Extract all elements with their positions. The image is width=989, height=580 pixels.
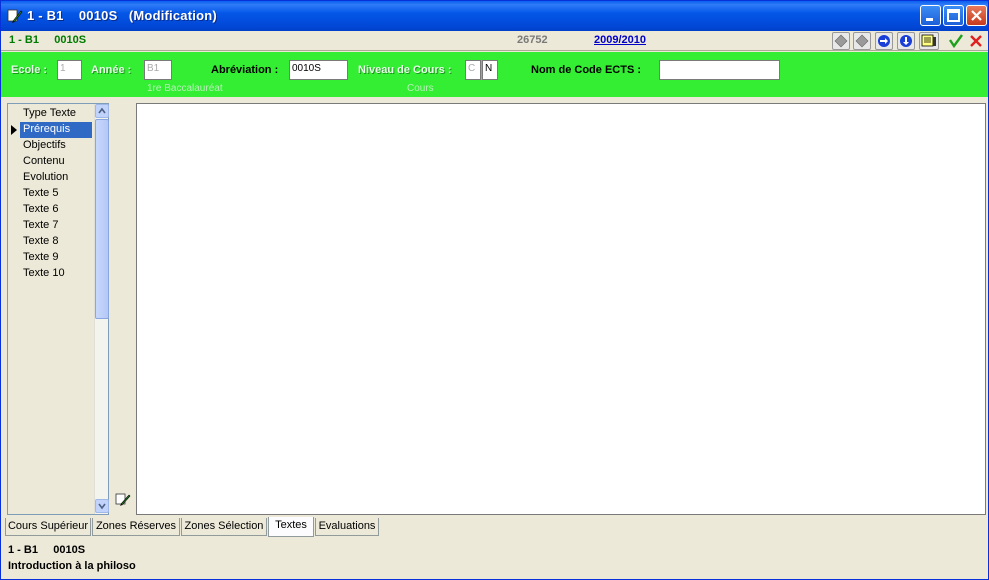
list-scrollbar[interactable] (94, 104, 109, 514)
list-item[interactable]: Texte 8 (20, 234, 92, 250)
niveau-label: Niveau de Cours : (358, 64, 452, 76)
tab-zones-s-lection[interactable]: Zones Sélection (181, 518, 267, 536)
footer-record-code: 1 - B1 0010S (8, 544, 86, 556)
memo-button[interactable] (919, 32, 939, 50)
footer-course-title: Introduction à la philoso (8, 560, 136, 572)
chevron-down-icon (98, 503, 106, 510)
confirm-button[interactable] (947, 32, 965, 50)
scroll-down-button[interactable] (95, 499, 109, 513)
confirm-check-icon (949, 34, 963, 49)
list-item[interactable]: Contenu (20, 154, 92, 170)
last-record-button[interactable] (897, 32, 915, 50)
list-item[interactable]: Type Texte (20, 106, 92, 122)
text-editor[interactable] (136, 103, 986, 515)
annee-label: Année : (91, 64, 132, 76)
text-type-list[interactable]: Type Texte Prérequis Objectifs Contenu Evolu… (7, 103, 109, 515)
application-window: 1 - B1 0010S (Modification) 1 - B1 0010S… (0, 0, 989, 580)
list-item[interactable]: Evolution (20, 170, 92, 186)
record-id: 26752 (517, 34, 548, 46)
app-pen-icon (7, 9, 23, 23)
window-title: 1 - B1 0010S (Modification) (27, 8, 217, 23)
title-bar[interactable]: 1 - B1 0010S (Modification) (1, 1, 988, 31)
minimize-button[interactable] (920, 5, 941, 26)
tab-textes[interactable]: Textes (268, 517, 314, 537)
record-code: 1 - B1 0010S (9, 34, 87, 46)
ects-field[interactable] (659, 60, 780, 80)
list-item[interactable]: Texte 10 (20, 266, 92, 282)
niveau-field-1[interactable]: C (465, 60, 481, 80)
ects-label: Nom de Code ECTS : (531, 64, 642, 76)
chevron-up-icon (98, 107, 106, 114)
last-record-icon (900, 35, 912, 47)
previous-record-button[interactable] (853, 32, 871, 50)
maximize-icon (947, 9, 960, 22)
minimize-icon (926, 18, 933, 21)
abreviation-field[interactable]: 0010S (289, 60, 348, 80)
cancel-x-icon (970, 35, 982, 47)
next-record-icon (878, 35, 890, 47)
scroll-up-button[interactable] (95, 104, 109, 118)
list-item[interactable]: Texte 7 (20, 218, 92, 234)
tab-zones-r-serves[interactable]: Zones Réserves (92, 518, 180, 536)
close-icon (971, 10, 982, 21)
tab-evaluations[interactable]: Evaluations (315, 518, 379, 536)
record-info-bar: 1 - B1 0010S 26752 2009/2010 (1, 31, 988, 51)
previous-record-icon (855, 34, 869, 48)
annee-description: 1re Baccalauréat (147, 83, 223, 94)
current-row-indicator-icon (11, 125, 17, 135)
niveau-description: Cours (407, 83, 434, 94)
tab-strip: Cours Supérieur Zones Réserves Zones Sélec… (5, 517, 985, 537)
list-item[interactable]: Objectifs (20, 138, 92, 154)
text-type-items: Type Texte Prérequis Objectifs Contenu Evolu… (8, 104, 94, 514)
scroll-thumb[interactable] (95, 119, 109, 319)
annee-field[interactable]: B1 (144, 60, 172, 80)
memo-icon (921, 34, 936, 47)
maximize-button[interactable] (943, 5, 964, 26)
edit-pen-icon[interactable] (115, 491, 131, 507)
list-item[interactable]: Texte 9 (20, 250, 92, 266)
close-button[interactable] (966, 5, 987, 26)
list-item[interactable]: Prérequis (20, 122, 92, 138)
ecole-field[interactable]: 1 (57, 60, 82, 80)
first-record-icon (834, 34, 848, 48)
list-item[interactable]: Texte 5 (20, 186, 92, 202)
next-record-button[interactable] (875, 32, 893, 50)
first-record-button[interactable] (832, 32, 850, 50)
cancel-button[interactable] (967, 32, 985, 50)
course-header: Ecole : 1 Année : B1 1re Baccalauréat Ab… (1, 52, 988, 97)
niveau-field-2[interactable]: N (482, 60, 498, 80)
abreviation-label: Abréviation : (211, 64, 279, 76)
ecole-label: Ecole : (11, 64, 48, 76)
list-item[interactable]: Texte 6 (20, 202, 92, 218)
tab-cours-sup-rieur[interactable]: Cours Supérieur (5, 518, 91, 536)
academic-year-link[interactable]: 2009/2010 (594, 34, 646, 46)
